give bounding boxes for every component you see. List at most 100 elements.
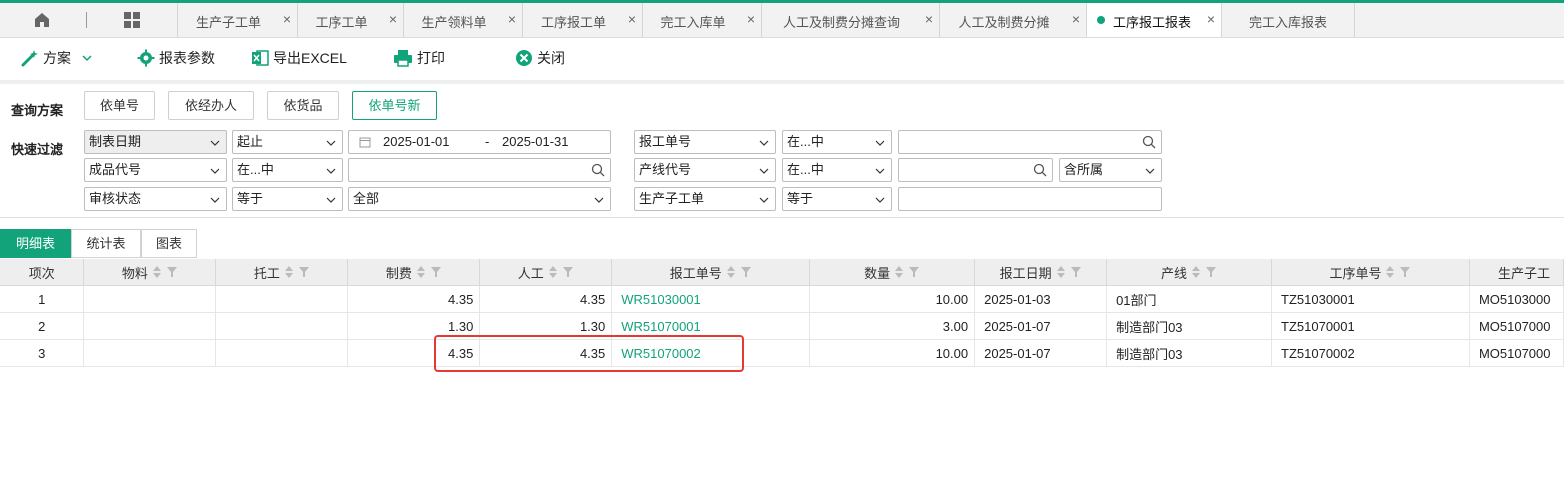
filter-icon[interactable] xyxy=(1399,266,1411,278)
chevron-down-icon xyxy=(875,168,885,174)
close-icon[interactable]: × xyxy=(508,11,516,27)
tab-sub-work-order[interactable]: 生产子工单 × xyxy=(177,3,297,37)
tab-chart[interactable]: 图表 xyxy=(141,229,197,258)
scope-select[interactable]: 含所属 xyxy=(1059,158,1162,182)
search-icon[interactable] xyxy=(591,163,605,177)
filter-op-select-1[interactable]: 起止 xyxy=(232,130,343,154)
filter-field-select-3[interactable]: 成品代号 xyxy=(84,158,227,182)
product-code-input[interactable] xyxy=(348,158,611,182)
close-icon[interactable]: × xyxy=(628,11,636,27)
col-header-qty[interactable]: 数量 xyxy=(809,259,976,286)
scheme-button[interactable]: 方案 xyxy=(21,48,97,68)
tab-allocation[interactable]: 人工及制费分摊 × xyxy=(939,3,1086,37)
tab-material-requisition[interactable]: 生产领料单 × xyxy=(403,3,522,37)
filter-field-select-4[interactable]: 产线代号 xyxy=(634,158,776,182)
table-row[interactable]: 2 1.30 1.30 WR51070001 3.00 2025-01-07 制… xyxy=(0,312,1564,340)
export-excel-button[interactable]: 导出EXCEL xyxy=(251,48,347,68)
sort-icon[interactable] xyxy=(894,265,904,279)
report-number-link[interactable]: WR51070001 xyxy=(611,312,811,340)
tab-detail[interactable]: 明细表 xyxy=(0,229,71,258)
tab-summary[interactable]: 统计表 xyxy=(71,229,141,258)
tab-process-order[interactable]: 工序工单 × xyxy=(297,3,403,37)
close-icon[interactable]: × xyxy=(283,11,291,27)
tab-completion-receipt[interactable]: 完工入库单 × xyxy=(642,3,761,37)
close-icon[interactable]: × xyxy=(925,11,933,27)
date-from: 2025-01-01 xyxy=(383,134,450,149)
sort-icon[interactable] xyxy=(1056,265,1066,279)
close-button[interactable]: 关闭 xyxy=(515,48,565,68)
audit-status-select[interactable]: 全部 xyxy=(348,187,611,211)
filter-icon[interactable] xyxy=(908,266,920,278)
filter-icon[interactable] xyxy=(298,266,310,278)
query-by-number-new-button[interactable]: 依单号新 xyxy=(352,91,437,120)
chevron-down-icon xyxy=(1145,168,1155,174)
close-icon[interactable]: × xyxy=(747,11,755,27)
table-row[interactable]: 3 4.35 4.35 WR51070002 10.00 2025-01-07 … xyxy=(0,339,1564,367)
tab-completion-report[interactable]: 完工入库报表 xyxy=(1221,3,1355,37)
search-icon[interactable] xyxy=(1142,135,1156,149)
section-divider xyxy=(0,217,1564,218)
col-header-line[interactable]: 产线 xyxy=(1106,259,1273,286)
date-range-input[interactable]: 2025-01-01 - 2025-01-31 xyxy=(348,130,611,154)
query-by-goods-button[interactable]: 依货品 xyxy=(267,91,339,120)
apps-button[interactable] xyxy=(110,3,154,37)
filter-field-select-5[interactable]: 审核状态 xyxy=(84,187,227,211)
sub-order-input[interactable] xyxy=(898,187,1162,211)
query-by-handler-button[interactable]: 依经办人 xyxy=(168,91,254,120)
filter-field-select-2[interactable]: 报工单号 xyxy=(634,130,776,154)
grid-icon xyxy=(124,12,140,28)
filter-field-select-6[interactable]: 生产子工单 xyxy=(634,187,776,211)
chevron-down-icon xyxy=(326,140,336,146)
filter-icon[interactable] xyxy=(1205,266,1217,278)
tab-separator xyxy=(86,12,87,28)
filter-icon[interactable] xyxy=(1070,266,1082,278)
chevron-down-icon xyxy=(326,168,336,174)
col-header-date[interactable]: 报工日期 xyxy=(974,259,1108,286)
chevron-down-icon xyxy=(875,140,885,146)
filter-icon[interactable] xyxy=(562,266,574,278)
sort-icon[interactable] xyxy=(726,265,736,279)
sort-icon[interactable] xyxy=(284,265,294,279)
report-params-button[interactable]: 报表参数 xyxy=(137,48,215,68)
col-header-overhead[interactable]: 制费 xyxy=(347,259,481,286)
sort-icon[interactable] xyxy=(416,265,426,279)
close-icon[interactable]: × xyxy=(389,11,397,27)
filter-op-select-4[interactable]: 在...中 xyxy=(782,158,892,182)
tab-process-report[interactable]: 工序报工单 × xyxy=(522,3,642,37)
search-icon[interactable] xyxy=(1033,163,1047,177)
sort-icon[interactable] xyxy=(548,265,558,279)
sort-icon[interactable] xyxy=(1385,265,1395,279)
filter-op-select-2[interactable]: 在...中 xyxy=(782,130,892,154)
sort-icon[interactable] xyxy=(152,265,162,279)
col-header-sub-order[interactable]: 生产子工 xyxy=(1469,259,1564,286)
close-icon[interactable]: × xyxy=(1207,11,1215,27)
table-row[interactable]: 1 4.35 4.35 WR51030001 10.00 2025-01-03 … xyxy=(0,285,1564,313)
sort-icon[interactable] xyxy=(1191,265,1201,279)
tab-allocation-query[interactable]: 人工及制费分摊查询 × xyxy=(761,3,939,37)
tab-process-report-statement[interactable]: 工序报工报表 × xyxy=(1086,3,1221,37)
filter-icon[interactable] xyxy=(430,266,442,278)
home-button[interactable] xyxy=(22,3,62,37)
filter-op-select-6[interactable]: 等于 xyxy=(782,187,892,211)
col-header-op-no[interactable]: 工序单号 xyxy=(1271,259,1470,286)
calendar-icon xyxy=(359,137,371,148)
filter-icon[interactable] xyxy=(740,266,752,278)
report-number-input[interactable] xyxy=(898,130,1162,154)
filter-op-select-3[interactable]: 在...中 xyxy=(232,158,343,182)
col-header-report-no[interactable]: 报工单号 xyxy=(611,259,811,286)
chevron-down-icon xyxy=(210,140,220,146)
report-number-link[interactable]: WR51030001 xyxy=(611,285,811,313)
filter-icon[interactable] xyxy=(166,266,178,278)
toolbar: 方案 报表参数 导出EXCEL 打印 关闭 xyxy=(0,38,1564,84)
query-by-number-button[interactable]: 依单号 xyxy=(84,91,155,120)
print-button[interactable]: 打印 xyxy=(393,48,445,68)
chevron-down-icon xyxy=(326,197,336,203)
col-header-labor[interactable]: 人工 xyxy=(479,259,613,286)
report-number-link[interactable]: WR51070002 xyxy=(611,339,811,367)
col-header-material[interactable]: 物料 xyxy=(83,259,217,286)
filter-field-select-1[interactable]: 制表日期 xyxy=(84,130,227,154)
line-code-input[interactable] xyxy=(898,158,1053,182)
col-header-outsource[interactable]: 托工 xyxy=(215,259,349,286)
filter-op-select-5[interactable]: 等于 xyxy=(232,187,343,211)
close-icon[interactable]: × xyxy=(1072,11,1080,27)
